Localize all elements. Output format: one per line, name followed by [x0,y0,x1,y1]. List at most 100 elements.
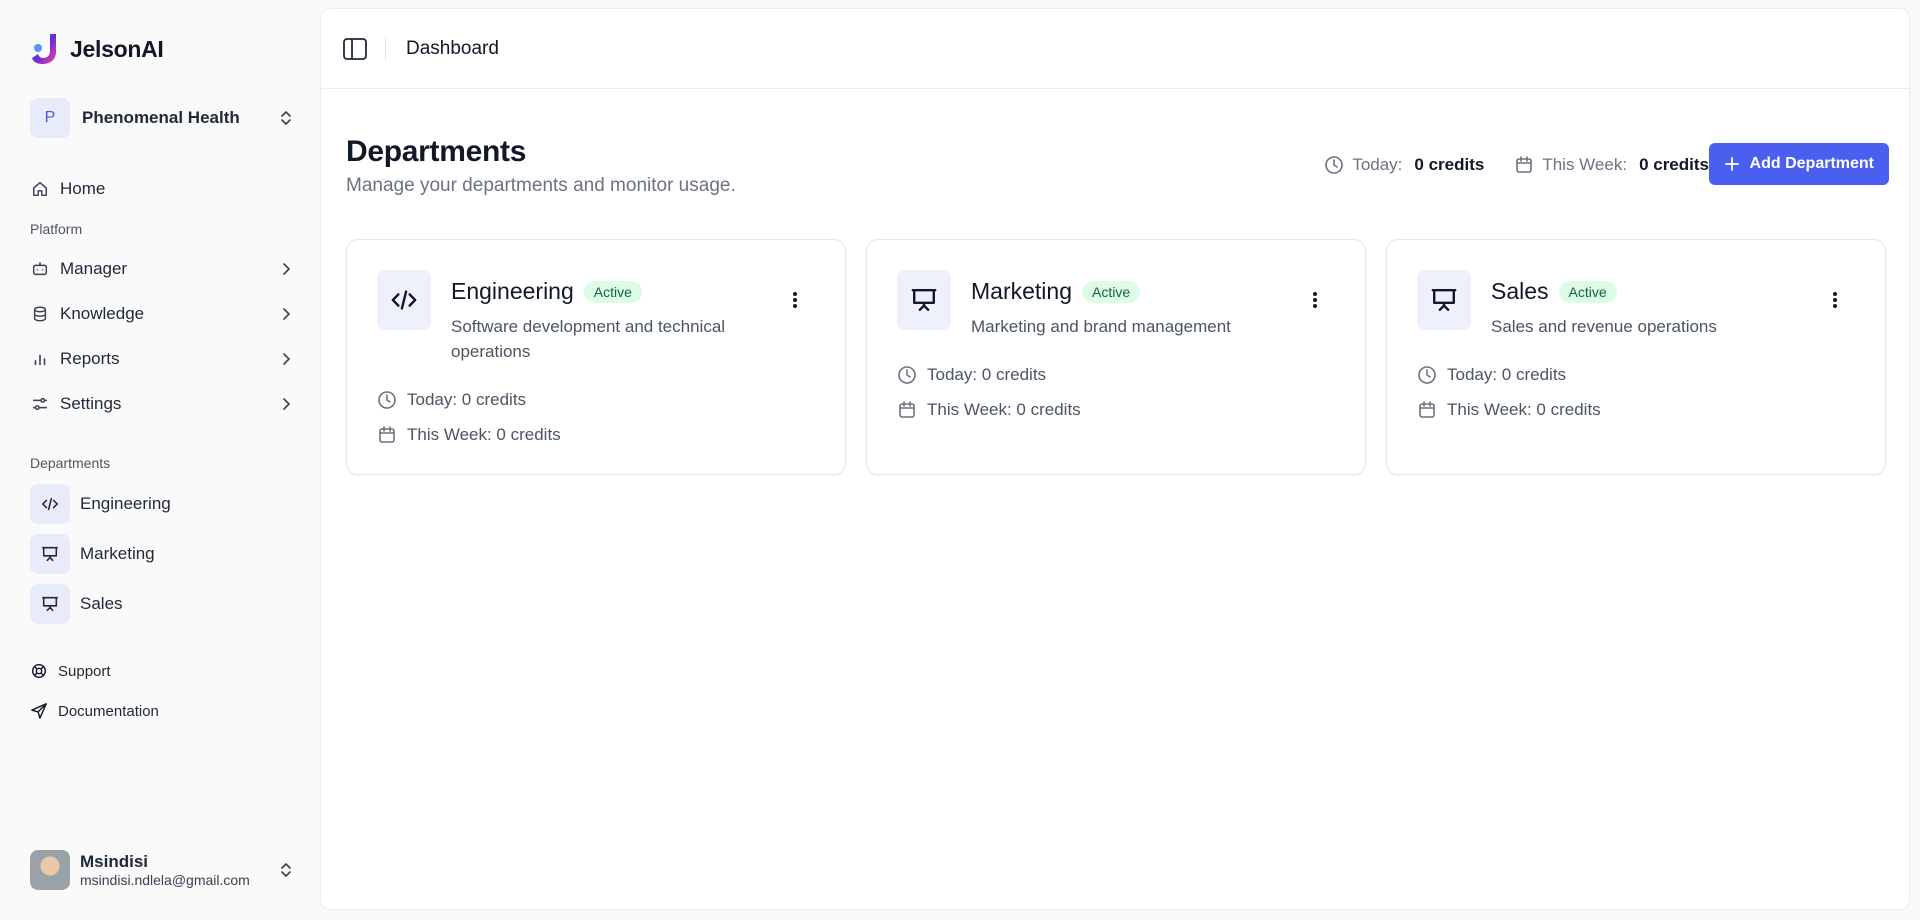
nav-support[interactable]: Support [30,657,111,685]
add-department-label: Add Department [1749,155,1874,172]
stat-today-value: 0 credits [1414,155,1485,174]
status-badge: Active [583,280,642,303]
nav-manager[interactable]: Manager [30,253,294,285]
more-vertical-icon[interactable] [785,290,805,314]
user-name: Msindisi [80,852,149,871]
nav-knowledge[interactable]: Knowledge [30,298,294,330]
card-today-credits: Today: 0 credits [897,365,1046,385]
nav-reports[interactable]: Reports [30,343,294,375]
more-vertical-icon[interactable] [1825,290,1845,314]
chevron-right-icon [283,263,291,275]
card-today-credits: Today: 0 credits [1417,365,1566,385]
department-card-engineering[interactable]: Engineering Active Software development … [346,239,846,475]
card-week-credits: This Week: 0 credits [897,400,1081,420]
code-icon [30,484,70,524]
stat-today: Today: 0 credits [1324,155,1484,175]
send-icon [31,703,47,719]
card-week-text: This Week: 0 credits [1447,400,1601,419]
card-week-credits: This Week: 0 credits [377,425,561,445]
card-today-text: Today: 0 credits [407,390,527,409]
platform-group-label: Platform [30,221,83,237]
nav-settings[interactable]: Settings [30,388,294,420]
workspace-avatar: P [30,98,70,138]
nav-manager-label: Manager [60,259,128,278]
department-card-marketing[interactable]: Marketing Active Marketing and brand man… [866,239,1366,475]
card-today-text: Today: 0 credits [927,365,1047,384]
sidebar-dept-engineering[interactable]: Engineering [30,484,294,524]
home-icon [30,179,50,199]
more-vertical-icon[interactable] [1305,290,1325,314]
stat-week-label: This Week: [1542,155,1628,174]
nav-reports-label: Reports [60,349,120,368]
card-title: Engineering [451,278,574,304]
calendar-icon [1419,401,1435,418]
bar-chart-icon [30,349,50,369]
card-today-text: Today: 0 credits [1447,365,1567,384]
workspace-switcher[interactable]: P Phenomenal Health [30,98,294,138]
sidebar-dept-label: Engineering [80,494,171,513]
nav-documentation-label: Documentation [58,702,159,720]
page-title: Departments [346,135,527,168]
lifebuoy-icon [31,663,47,679]
sidebar-dept-label: Sales [80,594,123,613]
status-badge: Active [1558,280,1617,303]
workspace-name: Phenomenal Health [82,108,240,127]
card-title: Marketing [971,278,1072,304]
nav-settings-label: Settings [60,394,122,413]
sidebar-dept-marketing[interactable]: Marketing [30,534,294,574]
status-badge: Active [1081,280,1141,303]
plus-icon [1724,157,1739,171]
sidebar-dept-label: Marketing [80,544,155,563]
code-icon [377,270,431,330]
card-description: Marketing and brand management [971,317,1231,336]
calendar-icon [899,401,915,418]
card-week-text: This Week: 0 credits [407,425,561,444]
breadcrumb: Dashboard [406,37,499,59]
divider [385,36,386,61]
nav-home[interactable]: Home [30,173,294,205]
card-week-text: This Week: 0 credits [927,400,1081,419]
presentation-icon [897,270,951,330]
clock-icon [1325,156,1344,174]
calendar-icon [1516,156,1533,173]
user-email: msindisi.ndlela@gmail.com [80,872,250,888]
chevrons-up-down-icon [281,863,291,877]
chevron-right-icon [283,398,291,410]
add-department-button[interactable]: Add Department [1708,143,1889,185]
nav-home-label: Home [60,179,106,198]
card-description: Software development and technical opera… [451,317,726,361]
card-today-credits: Today: 0 credits [377,390,526,410]
sliders-icon [30,394,50,414]
calendar-icon [379,426,395,443]
presentation-icon [1417,270,1471,330]
stat-week-value: 0 credits [1639,155,1709,174]
topbar: Dashboard [321,9,1909,89]
sidebar-dept-sales[interactable]: Sales [30,584,294,624]
card-week-credits: This Week: 0 credits [1417,400,1601,420]
nav-knowledge-label: Knowledge [60,304,145,323]
main-panel: Dashboard Departments Manage your depart… [320,8,1910,910]
chevron-right-icon [283,308,291,320]
nav-documentation[interactable]: Documentation [30,697,159,725]
database-icon [30,304,50,324]
bot-icon [30,259,50,279]
avatar [30,850,70,890]
sidebar-toggle-icon[interactable] [341,35,369,63]
page-header: Departments Manage your departments and … [346,135,736,197]
logo-mark-icon [32,34,56,64]
department-card-sales[interactable]: Sales Active Sales and revenue operation… [1386,239,1886,475]
usage-stats: Today: 0 credits This Week: 0 credits [1324,155,1709,175]
clock-icon [378,391,396,409]
app-name: JelsonAI [70,35,164,62]
stat-today-label: Today: [1352,155,1403,174]
user-menu[interactable]: Msindisi msindisi.ndlela@gmail.com [30,848,294,892]
chevron-right-icon [283,353,291,365]
logo[interactable]: JelsonAI [30,32,164,66]
presentation-icon [30,534,70,574]
clock-icon [898,366,916,384]
presentation-icon [30,584,70,624]
nav-support-label: Support [58,662,111,680]
clock-icon [1418,366,1436,384]
chevrons-up-down-icon [281,111,291,125]
sidebar: JelsonAI P Phenomenal Health Home Platfo… [0,0,320,920]
